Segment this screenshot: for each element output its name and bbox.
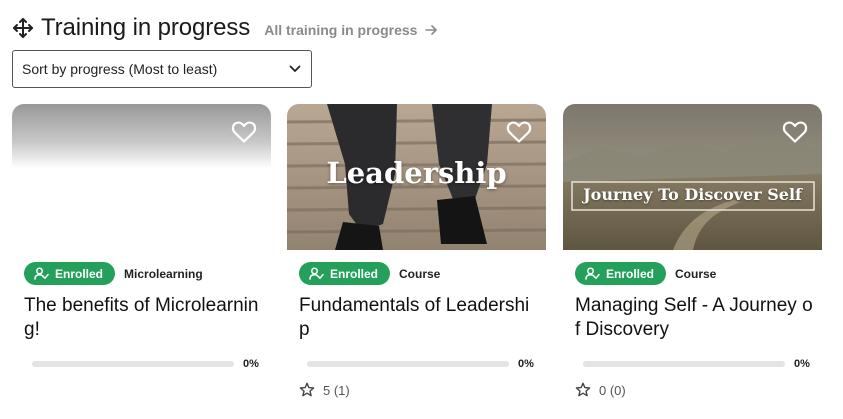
progress-percent: 0% bbox=[518, 358, 534, 370]
card-meta: Enrolled Course bbox=[299, 262, 440, 285]
training-card[interactable]: Journey To Discover Self Enrolled Course… bbox=[563, 104, 822, 414]
content-type: Microlearning bbox=[124, 266, 203, 281]
badge-label: Enrolled bbox=[330, 266, 379, 281]
move-icon[interactable] bbox=[12, 17, 34, 39]
progress: 0% bbox=[307, 358, 534, 370]
content-type: Course bbox=[675, 266, 717, 281]
card-thumbnail[interactable] bbox=[12, 104, 271, 250]
progress-percent: 0% bbox=[243, 358, 259, 370]
card-meta: Enrolled Microlearning bbox=[24, 262, 203, 285]
card-title[interactable]: Fundamentals of Leadership bbox=[299, 294, 539, 342]
arrow-right-icon bbox=[425, 25, 438, 35]
progress: 0% bbox=[32, 358, 259, 370]
enrolled-badge: Enrolled bbox=[575, 262, 667, 285]
page-title: Training in progress bbox=[41, 14, 251, 41]
heart-icon[interactable] bbox=[506, 120, 532, 144]
card-title[interactable]: The benefits of Microlearning! bbox=[24, 294, 264, 342]
heart-icon[interactable] bbox=[231, 120, 257, 144]
content-type: Course bbox=[399, 266, 441, 281]
rating-value: 0 (0) bbox=[599, 382, 626, 398]
progress-bar bbox=[32, 361, 234, 367]
training-card[interactable]: Enrolled Microlearning The benefits of M… bbox=[12, 104, 271, 414]
progress-percent: 0% bbox=[794, 358, 810, 370]
rating-value: 5 (1) bbox=[323, 382, 350, 398]
rating: 5 (1) bbox=[299, 382, 350, 398]
enrolled-badge: Enrolled bbox=[24, 262, 116, 285]
card-thumbnail[interactable]: Journey To Discover Self bbox=[563, 104, 822, 250]
progress-bar bbox=[583, 361, 785, 367]
all-training-link[interactable]: All training in progress bbox=[264, 22, 438, 38]
image-overlay-text: Journey To Discover Self bbox=[583, 185, 802, 204]
star-icon bbox=[575, 382, 591, 397]
sort-select[interactable]: Sort by progress (Most to least) bbox=[12, 50, 312, 88]
card-thumbnail[interactable]: Leadership bbox=[287, 104, 546, 250]
user-check-icon bbox=[34, 267, 49, 280]
all-training-link-label: All training in progress bbox=[264, 22, 418, 38]
card-meta: Enrolled Course bbox=[575, 262, 716, 285]
heart-icon[interactable] bbox=[782, 120, 808, 144]
section-header: Training in progress All training in pro… bbox=[12, 14, 438, 42]
sort-select-value: Sort by progress (Most to least) bbox=[22, 61, 218, 77]
chevron-down-icon bbox=[289, 65, 301, 72]
badge-label: Enrolled bbox=[55, 266, 104, 281]
user-check-icon bbox=[309, 267, 324, 280]
progress: 0% bbox=[583, 358, 810, 370]
enrolled-badge: Enrolled bbox=[299, 262, 391, 285]
image-overlay-text: Leadership bbox=[326, 156, 507, 190]
card-title[interactable]: Managing Self - A Journey of Discovery bbox=[575, 294, 815, 342]
progress-bar bbox=[307, 361, 509, 367]
star-icon bbox=[299, 382, 315, 397]
training-card[interactable]: Leadership Enrolled Course Fundamentals … bbox=[287, 104, 546, 414]
user-check-icon bbox=[585, 267, 600, 280]
rating: 0 (0) bbox=[575, 382, 626, 398]
badge-label: Enrolled bbox=[606, 266, 655, 281]
